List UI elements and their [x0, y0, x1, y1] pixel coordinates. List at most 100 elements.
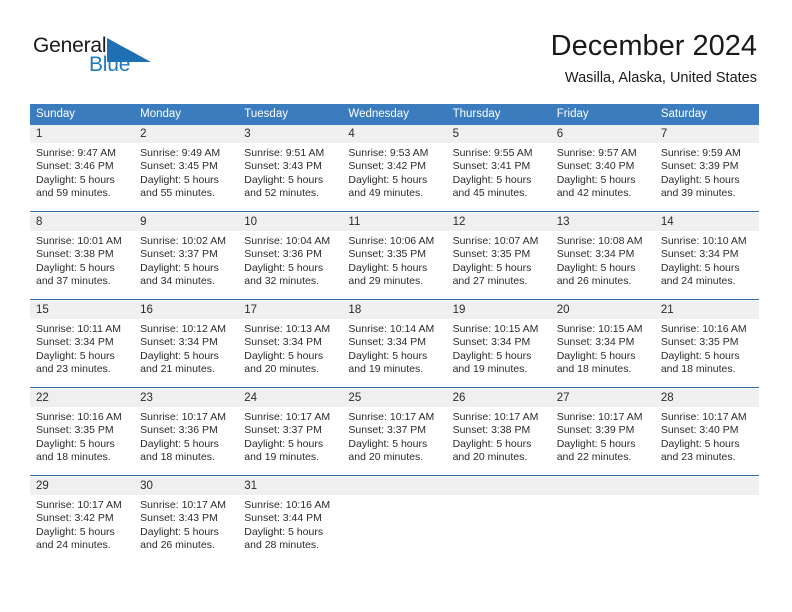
daylight-text-1: Daylight: 5 hours [140, 525, 219, 538]
sunset-text: Sunset: 3:37 PM [140, 248, 218, 261]
day-cell[interactable]: 5 Sunrise: 9:55 AM Sunset: 3:41 PM Dayli… [446, 125, 551, 211]
daylight-text-1: Daylight: 5 hours [556, 349, 636, 362]
day-details: Sunrise: 9:57 AM Sunset: 3:40 PM Dayligh… [551, 143, 655, 211]
day-details: Sunrise: 10:12 AM Sunset: 3:34 PM Daylig… [134, 319, 238, 387]
sunset-text: Sunset: 3:40 PM [660, 424, 739, 437]
day-cell[interactable]: 16 Sunrise: 10:12 AM Sunset: 3:34 PM Day… [134, 301, 239, 387]
day-cell[interactable]: 11 Sunrise: 10:06 AM Sunset: 3:35 PM Day… [342, 213, 447, 299]
day-cell[interactable]: 22 Sunrise: 10:16 AM Sunset: 3:35 PM Day… [30, 389, 135, 475]
daylight-text-2: and 34 minutes. [140, 275, 215, 288]
day-details: Sunrise: 9:47 AM Sunset: 3:46 PM Dayligh… [30, 143, 134, 211]
day-cell-empty [342, 477, 447, 563]
day-details: Sunrise: 10:13 AM Sunset: 3:34 PM Daylig… [238, 319, 342, 387]
daylight-text-2: and 18 minutes. [140, 451, 215, 464]
daylight-text-1: Daylight: 5 hours [660, 349, 740, 362]
daylight-text-1: Daylight: 5 hours [36, 525, 115, 538]
daylight-text-2: and 27 minutes. [452, 275, 528, 288]
week-row: 15 Sunrise: 10:11 AM Sunset: 3:34 PM Day… [30, 300, 759, 387]
sunset-text: Sunset: 3:36 PM [244, 248, 322, 261]
daylight-text-1: Daylight: 5 hours [348, 261, 428, 274]
day-cell[interactable]: 25 Sunrise: 10:17 AM Sunset: 3:37 PM Day… [342, 389, 447, 475]
daylight-text-2: and 39 minutes. [660, 187, 736, 200]
day-cell[interactable]: 9 Sunrise: 10:02 AM Sunset: 3:37 PM Dayl… [134, 213, 239, 299]
daylight-text-1: Daylight: 5 hours [244, 525, 324, 538]
day-cell[interactable]: 1 Sunrise: 9:47 AM Sunset: 3:46 PM Dayli… [30, 125, 135, 211]
sunset-text: Sunset: 3:42 PM [348, 160, 427, 173]
day-cell[interactable]: 13 Sunrise: 10:08 AM Sunset: 3:34 PM Day… [550, 213, 655, 299]
day-details: Sunrise: 10:15 AM Sunset: 3:34 PM Daylig… [551, 319, 655, 387]
daylight-text-1: Daylight: 5 hours [660, 437, 740, 450]
sunrise-text: Sunrise: 10:12 AM [140, 323, 226, 335]
day-cell[interactable]: 19 Sunrise: 10:15 AM Sunset: 3:34 PM Day… [446, 301, 551, 387]
daylight-text-2: and 20 minutes. [244, 363, 319, 376]
day-cell[interactable]: 24 Sunrise: 10:17 AM Sunset: 3:37 PM Day… [238, 389, 343, 475]
day-details [551, 495, 655, 563]
sunset-text: Sunset: 3:36 PM [140, 424, 218, 437]
day-cell[interactable]: 4 Sunrise: 9:53 AM Sunset: 3:42 PM Dayli… [342, 125, 447, 211]
day-details: Sunrise: 10:16 AM Sunset: 3:44 PM Daylig… [238, 495, 342, 563]
sunset-text: Sunset: 3:45 PM [140, 160, 218, 173]
daylight-text-2: and 52 minutes. [244, 187, 319, 200]
sunset-text: Sunset: 3:34 PM [348, 336, 427, 349]
day-cell[interactable]: 18 Sunrise: 10:14 AM Sunset: 3:34 PM Day… [342, 301, 447, 387]
sunrise-text: Sunrise: 10:15 AM [452, 323, 539, 335]
day-number: 6 [550, 125, 655, 143]
daylight-text-1: Daylight: 5 hours [244, 437, 324, 450]
sunrise-text: Sunrise: 10:17 AM [556, 411, 643, 423]
day-cell[interactable]: 8 Sunrise: 10:01 AM Sunset: 3:38 PM Dayl… [30, 213, 135, 299]
day-details: Sunrise: 10:10 AM Sunset: 3:34 PM Daylig… [655, 231, 759, 299]
day-cell[interactable]: 2 Sunrise: 9:49 AM Sunset: 3:45 PM Dayli… [134, 125, 239, 211]
day-cell[interactable]: 27 Sunrise: 10:17 AM Sunset: 3:39 PM Day… [550, 389, 655, 475]
day-cell[interactable]: 3 Sunrise: 9:51 AM Sunset: 3:43 PM Dayli… [238, 125, 343, 211]
day-number [342, 477, 447, 495]
day-cell[interactable]: 6 Sunrise: 9:57 AM Sunset: 3:40 PM Dayli… [550, 125, 655, 211]
day-cell[interactable]: 28 Sunrise: 10:17 AM Sunset: 3:40 PM Day… [654, 389, 759, 475]
day-cell[interactable]: 10 Sunrise: 10:04 AM Sunset: 3:36 PM Day… [238, 213, 343, 299]
day-number: 21 [654, 301, 759, 319]
week-row: 22 Sunrise: 10:16 AM Sunset: 3:35 PM Day… [30, 388, 759, 475]
sunrise-text: Sunrise: 9:53 AM [348, 147, 429, 159]
day-number: 24 [238, 389, 343, 407]
day-cell[interactable]: 14 Sunrise: 10:10 AM Sunset: 3:34 PM Day… [654, 213, 759, 299]
sunrise-text: Sunrise: 10:17 AM [348, 411, 435, 423]
sunrise-text: Sunrise: 9:55 AM [452, 147, 533, 159]
day-cell[interactable]: 30 Sunrise: 10:17 AM Sunset: 3:43 PM Day… [134, 477, 239, 563]
daylight-text-2: and 24 minutes. [660, 275, 736, 288]
sunrise-text: Sunrise: 10:17 AM [452, 411, 539, 423]
day-number: 17 [238, 301, 343, 319]
daylight-text-1: Daylight: 5 hours [452, 349, 532, 362]
day-number: 22 [30, 389, 135, 407]
sunrise-text: Sunrise: 10:14 AM [348, 323, 435, 335]
daylight-text-2: and 19 minutes. [452, 363, 528, 376]
day-number: 16 [134, 301, 239, 319]
sunset-text: Sunset: 3:37 PM [244, 424, 322, 437]
day-number: 19 [446, 301, 551, 319]
brand-logo[interactable]: General Blue [33, 34, 163, 82]
page-title: December 2024 [550, 30, 757, 62]
sunset-text: Sunset: 3:39 PM [660, 160, 739, 173]
day-cell[interactable]: 21 Sunrise: 10:16 AM Sunset: 3:35 PM Day… [654, 301, 759, 387]
sunset-text: Sunset: 3:37 PM [348, 424, 427, 437]
day-number: 27 [550, 389, 655, 407]
day-cell[interactable]: 23 Sunrise: 10:17 AM Sunset: 3:36 PM Day… [134, 389, 239, 475]
day-details: Sunrise: 10:02 AM Sunset: 3:37 PM Daylig… [134, 231, 238, 299]
day-number: 9 [134, 213, 239, 231]
day-cell[interactable]: 12 Sunrise: 10:07 AM Sunset: 3:35 PM Day… [446, 213, 551, 299]
day-cell[interactable]: 20 Sunrise: 10:15 AM Sunset: 3:34 PM Day… [550, 301, 655, 387]
day-cell[interactable]: 15 Sunrise: 10:11 AM Sunset: 3:34 PM Day… [30, 301, 135, 387]
page-subtitle: Wasilla, Alaska, United States [564, 70, 757, 86]
day-cell[interactable]: 31 Sunrise: 10:16 AM Sunset: 3:44 PM Day… [238, 477, 343, 563]
day-number: 10 [238, 213, 343, 231]
day-number: 20 [550, 301, 655, 319]
day-details: Sunrise: 10:16 AM Sunset: 3:35 PM Daylig… [30, 407, 134, 475]
daylight-text-1: Daylight: 5 hours [36, 173, 115, 186]
daylight-text-2: and 45 minutes. [452, 187, 528, 200]
day-cell[interactable]: 29 Sunrise: 10:17 AM Sunset: 3:42 PM Day… [30, 477, 135, 563]
daylight-text-2: and 28 minutes. [244, 539, 319, 552]
sunrise-text: Sunrise: 10:13 AM [244, 323, 331, 335]
day-cell[interactable]: 26 Sunrise: 10:17 AM Sunset: 3:38 PM Day… [446, 389, 551, 475]
sunset-text: Sunset: 3:35 PM [36, 424, 114, 437]
day-number: 26 [446, 389, 551, 407]
day-cell[interactable]: 17 Sunrise: 10:13 AM Sunset: 3:34 PM Day… [238, 301, 343, 387]
day-cell[interactable]: 7 Sunrise: 9:59 AM Sunset: 3:39 PM Dayli… [654, 125, 759, 211]
